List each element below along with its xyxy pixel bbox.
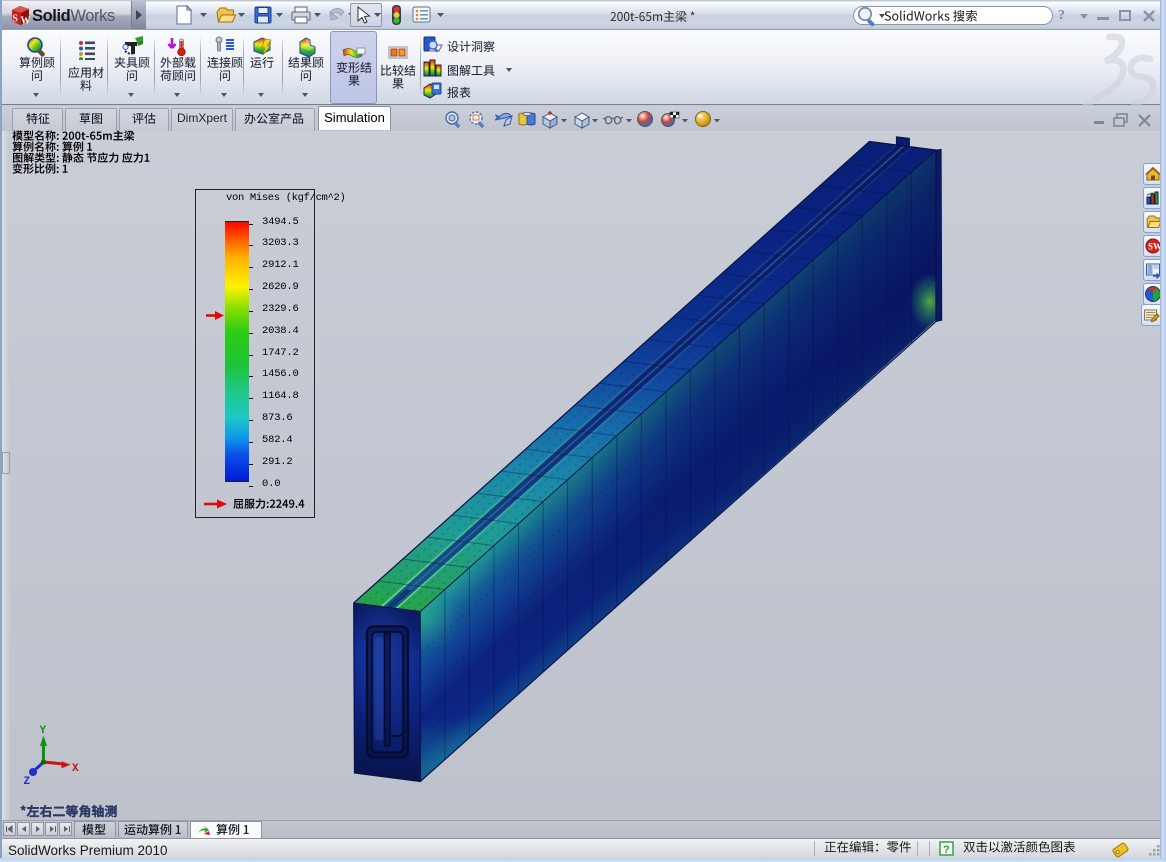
svg-text:?: ? — [943, 844, 950, 856]
svg-text:Z: Z — [24, 776, 31, 788]
svg-text:X: X — [72, 763, 79, 775]
svg-text:Y: Y — [40, 725, 47, 737]
